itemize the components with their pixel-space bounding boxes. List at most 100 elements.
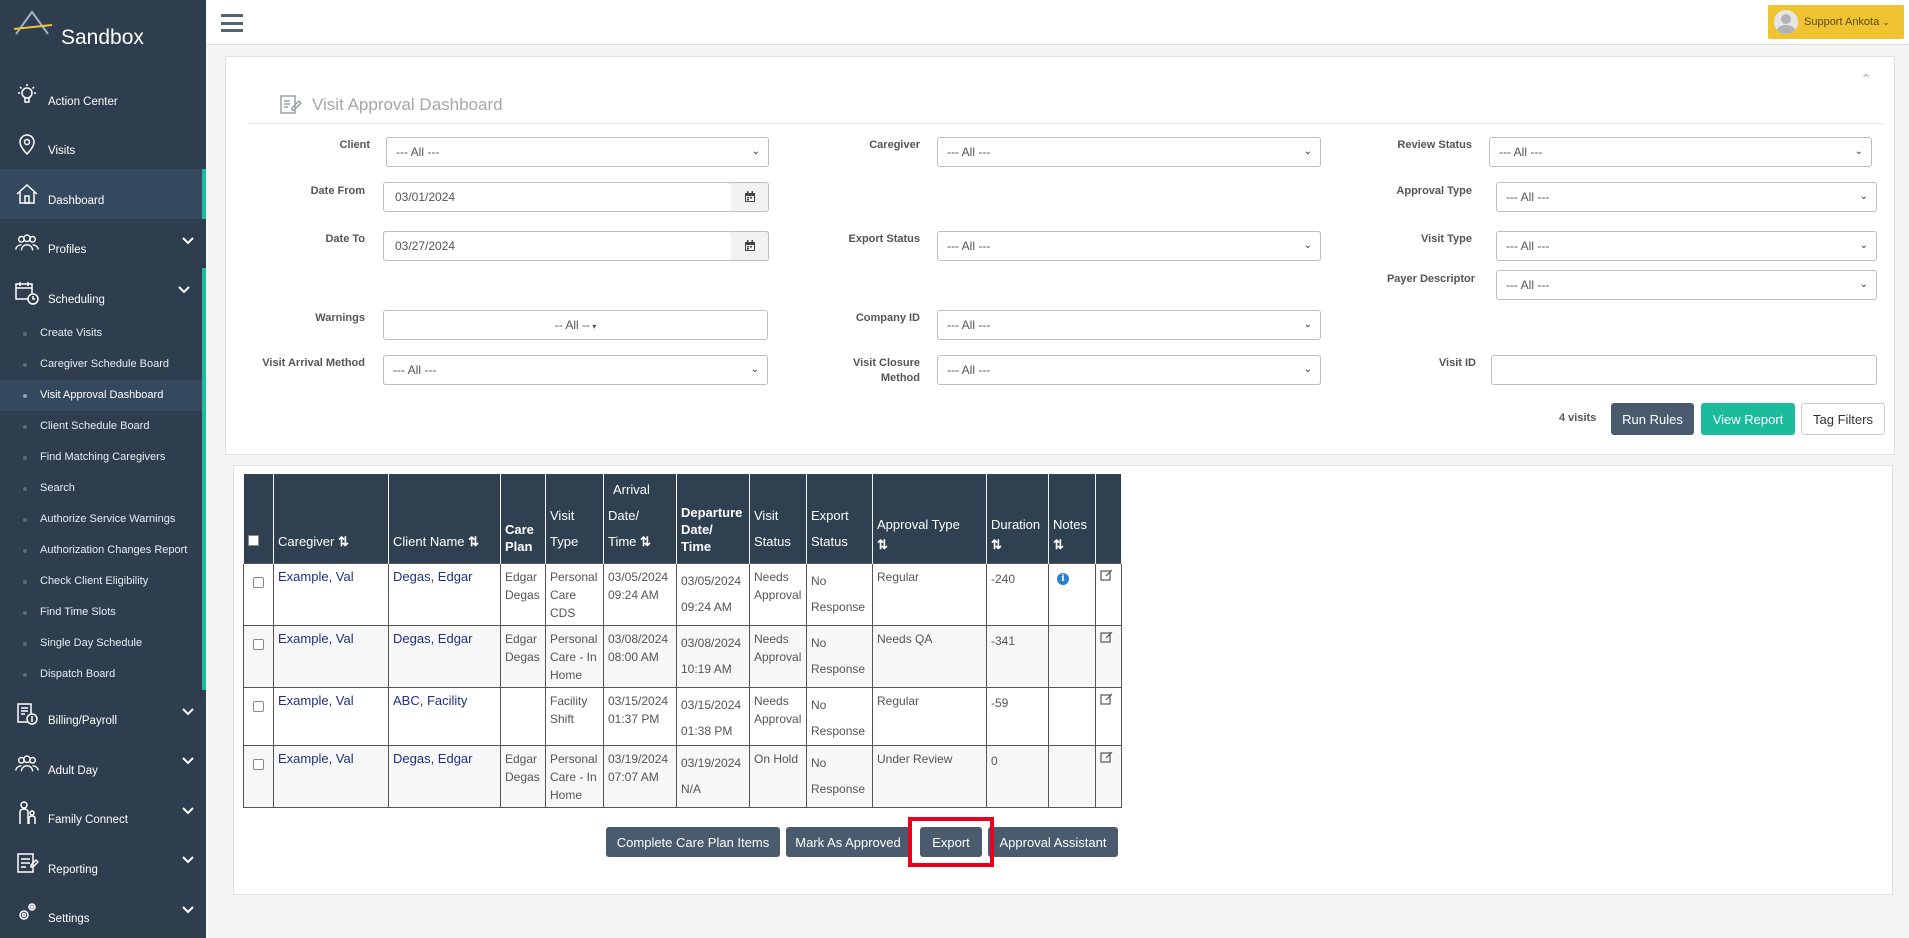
header-line: Visit bbox=[550, 507, 575, 523]
chevron-down-icon: ⌄ bbox=[1303, 319, 1312, 330]
mark-approved-button[interactable]: Mark As Approved bbox=[786, 827, 910, 857]
sub-dispatch-board[interactable]: Dispatch Board bbox=[0, 659, 202, 690]
tag-filters-button[interactable]: Tag Filters bbox=[1801, 403, 1885, 435]
header-line: Time bbox=[608, 533, 637, 549]
arrival-header[interactable]: Arrival Date/Time ⇅ bbox=[603, 474, 677, 563]
sub-search[interactable]: Search bbox=[0, 473, 202, 504]
run-rules-button[interactable]: Run Rules bbox=[1611, 403, 1694, 435]
sub-single-day-schedule[interactable]: Single Day Schedule bbox=[0, 628, 202, 659]
caregiver-link[interactable]: Example, Val bbox=[273, 686, 389, 746]
client-select[interactable]: --- All --- ⌄ bbox=[386, 137, 769, 167]
row-checkbox[interactable] bbox=[253, 758, 264, 770]
sub-caregiver-schedule-board[interactable]: Caregiver Schedule Board bbox=[0, 349, 202, 380]
visit-status-cell: On Hold bbox=[749, 744, 807, 808]
date-to-calendar-button[interactable] bbox=[731, 231, 769, 261]
visit-type-select[interactable]: --- All --- ⌄ bbox=[1496, 231, 1877, 261]
export-status-select[interactable]: --- All --- ⌄ bbox=[937, 231, 1321, 261]
nav-dashboard[interactable]: Dashboard bbox=[0, 169, 206, 219]
client-link[interactable]: Degas, Edgar bbox=[388, 562, 501, 626]
nav-reporting[interactable]: Reporting bbox=[0, 838, 206, 888]
company-id-select[interactable]: --- All --- ⌄ bbox=[937, 310, 1321, 340]
input-value: 03/27/2024 bbox=[395, 239, 456, 253]
sub-client-schedule-board[interactable]: Client Schedule Board bbox=[0, 411, 202, 442]
input-value: 03/01/2024 bbox=[395, 190, 456, 204]
payer-descriptor-select[interactable]: --- All --- ⌄ bbox=[1496, 270, 1877, 300]
nav-label: Action Center bbox=[48, 95, 118, 108]
visit-closure-method-select[interactable]: --- All --- ⌄ bbox=[937, 355, 1321, 385]
notes-header[interactable]: Notes ⇅ bbox=[1048, 474, 1096, 563]
client-link[interactable]: ABC, Facility bbox=[388, 686, 501, 746]
caregiver-link[interactable]: Example, Val bbox=[273, 562, 389, 626]
edit-icon[interactable] bbox=[1100, 569, 1113, 581]
edit-icon[interactable] bbox=[1100, 693, 1113, 705]
care-plan-header: Care Plan bbox=[500, 474, 546, 563]
approval-assistant-button[interactable]: Approval Assistant bbox=[988, 827, 1118, 857]
client-link[interactable]: Degas, Edgar bbox=[388, 624, 501, 688]
sub-label: Dispatch Board bbox=[40, 668, 116, 680]
client-link[interactable]: Degas, Edgar bbox=[388, 744, 501, 808]
duration-header[interactable]: Duration ⇅ bbox=[986, 474, 1049, 563]
cell-line: Approval bbox=[754, 711, 802, 726]
date-from-calendar-button[interactable] bbox=[731, 182, 769, 212]
sub-label: Authorize Service Warnings bbox=[40, 513, 176, 525]
nav-family-connect[interactable]: Family Connect bbox=[0, 789, 206, 839]
nav-action-center[interactable]: Action Center bbox=[0, 70, 206, 120]
logo[interactable]: Sandbox bbox=[0, 0, 206, 70]
care-plan-cell: Edgar Degas bbox=[500, 744, 546, 808]
visit-arrival-method-select[interactable]: --- All --- ⌄ bbox=[383, 355, 768, 385]
chevron-down-icon: ⌄ bbox=[751, 146, 760, 157]
calendar-icon bbox=[744, 240, 755, 251]
caregiver-link[interactable]: Example, Val bbox=[273, 744, 389, 808]
report-icon bbox=[14, 850, 40, 876]
header-label: Notes bbox=[1053, 516, 1087, 532]
sub-check-client-eligibility[interactable]: Check Client Eligibility bbox=[0, 566, 202, 597]
sub-authorization-changes-report[interactable]: Authorization Changes Report bbox=[0, 535, 202, 566]
edit-icon[interactable] bbox=[1100, 631, 1113, 643]
select-all-checkbox[interactable] bbox=[248, 534, 259, 546]
sub-label: Search bbox=[40, 482, 75, 494]
client-name-header[interactable]: Client Name ⇅ bbox=[388, 474, 501, 563]
approval-type-select[interactable]: --- All --- ⌄ bbox=[1496, 182, 1877, 212]
nav-profiles[interactable]: Profiles bbox=[0, 219, 206, 269]
caregiver-select[interactable]: --- All --- ⌄ bbox=[937, 137, 1321, 167]
row-checkbox[interactable] bbox=[253, 638, 264, 650]
approval-type-cell: Under Review bbox=[872, 744, 987, 808]
table-row: Example, Val Degas, Edgar Edgar Degas Per… bbox=[243, 562, 1122, 626]
group-icon bbox=[14, 751, 40, 777]
caregiver-link[interactable]: Example, Val bbox=[273, 624, 389, 688]
menu-toggle-icon[interactable] bbox=[221, 14, 243, 32]
caregiver-header[interactable]: Caregiver ⇅ bbox=[273, 474, 389, 563]
panel-header: Visit Approval Dashboard bbox=[248, 87, 1883, 124]
sub-create-visits[interactable]: Create Visits bbox=[0, 318, 202, 349]
nav-adult-day[interactable]: Adult Day bbox=[0, 739, 206, 789]
header-label: Caregiver bbox=[278, 533, 335, 549]
sub-authorize-service-warnings[interactable]: Authorize Service Warnings bbox=[0, 504, 202, 535]
nav-scheduling[interactable]: Scheduling bbox=[0, 268, 206, 318]
chevron-up-icon[interactable]: ⌃ bbox=[1860, 71, 1872, 88]
sub-find-time-slots[interactable]: Find Time Slots bbox=[0, 597, 202, 628]
users-icon bbox=[14, 230, 40, 256]
row-checkbox[interactable] bbox=[253, 700, 264, 712]
user-name: Support Ankota bbox=[1804, 16, 1880, 28]
warnings-select[interactable]: -- All -- ▾ bbox=[383, 310, 768, 340]
select-value: --- All --- bbox=[947, 318, 991, 332]
visit-id-input[interactable] bbox=[1491, 355, 1877, 385]
view-report-button[interactable]: View Report bbox=[1701, 403, 1795, 435]
cell-line: 03/08/2024 bbox=[681, 635, 742, 650]
user-menu-button[interactable]: Support Ankota ⌄ bbox=[1768, 5, 1904, 39]
approval-type-header[interactable]: Approval Type ⇅ bbox=[872, 474, 987, 563]
nav-visits[interactable]: Visits bbox=[0, 120, 206, 170]
review-status-select[interactable]: --- All --- ⌄ bbox=[1489, 137, 1872, 167]
row-checkbox[interactable] bbox=[253, 576, 264, 588]
sub-find-matching-caregivers[interactable]: Find Matching Caregivers bbox=[0, 442, 202, 473]
cell-line: 09:24 AM bbox=[681, 599, 732, 614]
sub-visit-approval-dashboard[interactable]: Visit Approval Dashboard bbox=[0, 379, 202, 411]
notes-cell bbox=[1048, 686, 1096, 746]
nav-billing-payroll[interactable]: Billing/Payroll bbox=[0, 690, 206, 740]
info-icon[interactable]: i bbox=[1057, 572, 1069, 585]
edit-icon[interactable] bbox=[1100, 751, 1113, 763]
complete-care-plan-button[interactable]: Complete Care Plan Items bbox=[606, 827, 780, 857]
date-to-input[interactable]: 03/27/2024 bbox=[383, 231, 732, 261]
nav-settings[interactable]: Settings bbox=[0, 888, 206, 938]
date-from-input[interactable]: 03/01/2024 bbox=[383, 182, 732, 212]
